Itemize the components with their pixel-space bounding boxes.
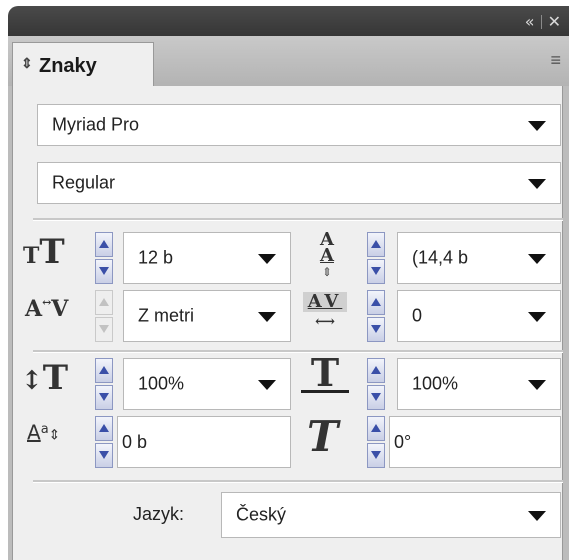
font-style-value: Regular: [52, 172, 116, 193]
collapse-icon[interactable]: «: [525, 12, 535, 31]
tab-arrows-icon: ⇕: [21, 55, 33, 71]
stepper-down[interactable]: [367, 259, 385, 284]
leading-dropdown[interactable]: (14,4 b: [397, 232, 561, 284]
font-size-icon: TT: [23, 232, 65, 272]
horizontal-scale-dropdown[interactable]: 100%: [397, 358, 561, 410]
font-style-dropdown[interactable]: Regular: [37, 162, 561, 204]
stepper-up[interactable]: [95, 358, 113, 383]
stepper-down[interactable]: [95, 385, 113, 410]
character-panel: « ✕ ⇕ Znaky ≡ Myriad Pro Regular TT 12 b…: [0, 0, 569, 560]
stepper-down[interactable]: [367, 385, 385, 410]
skew-icon: T: [307, 412, 339, 461]
horizontal-scale-value: 100%: [412, 373, 459, 394]
tracking-value: 0: [412, 305, 423, 326]
panel-frame: ⇕ Znaky ≡ Myriad Pro Regular TT 12 b A A…: [8, 36, 569, 560]
panel-menu-icon[interactable]: ≡: [550, 50, 561, 71]
chevron-down-icon: [528, 511, 546, 521]
tracking-icon: AV ⟷: [303, 292, 347, 332]
tab-strip: ⇕ Znaky ≡: [8, 36, 569, 89]
leading-stepper[interactable]: [367, 232, 385, 284]
divider: [33, 480, 563, 483]
chevron-down-icon: [528, 380, 546, 390]
stepper-down: [95, 317, 113, 342]
stepper-down[interactable]: [95, 259, 113, 284]
font-family-value: Myriad Pro: [52, 114, 140, 135]
tab-znaky[interactable]: ⇕ Znaky: [12, 42, 154, 89]
font-size-value: 12 b: [138, 247, 174, 268]
horizontal-scale-stepper[interactable]: [367, 358, 385, 410]
baseline-shift-input[interactable]: [117, 416, 291, 468]
stepper-up[interactable]: [367, 358, 385, 383]
panel-titlebar: « ✕: [8, 6, 569, 36]
baseline-shift-icon: Aa⇕: [27, 420, 61, 445]
leading-value: (14,4 b: [412, 247, 469, 268]
tracking-dropdown[interactable]: 0: [397, 290, 561, 342]
stepper-up[interactable]: [95, 232, 113, 257]
close-icon[interactable]: ✕: [548, 12, 561, 31]
kerning-value: Z metri: [138, 305, 194, 326]
chevron-down-icon: [258, 380, 276, 390]
language-label: Jazyk:: [133, 504, 185, 524]
stepper-up[interactable]: [367, 416, 385, 441]
skew-input[interactable]: [389, 416, 561, 468]
font-family-dropdown[interactable]: Myriad Pro: [37, 104, 561, 146]
chevron-down-icon: [528, 179, 546, 189]
language-dropdown[interactable]: Český: [221, 492, 561, 538]
tracking-stepper[interactable]: [367, 290, 385, 342]
vertical-scale-icon: ↕T: [21, 358, 69, 398]
font-size-stepper[interactable]: [95, 232, 113, 284]
horizontal-scale-icon: T: [301, 354, 349, 393]
stepper-up[interactable]: [367, 232, 385, 257]
chevron-down-icon: [528, 312, 546, 322]
divider: [33, 350, 563, 353]
stepper-up[interactable]: [95, 416, 113, 441]
skew-stepper[interactable]: [367, 416, 385, 468]
stepper-up[interactable]: [367, 290, 385, 315]
titlebar-separator: [540, 14, 542, 29]
font-size-dropdown[interactable]: 12 b: [123, 232, 291, 284]
stepper-down[interactable]: [367, 443, 385, 468]
vertical-scale-dropdown[interactable]: 100%: [123, 358, 291, 410]
divider: [33, 218, 563, 221]
chevron-down-icon: [258, 312, 276, 322]
kerning-stepper: [95, 290, 113, 342]
vertical-scale-stepper[interactable]: [95, 358, 113, 410]
tab-label: Znaky: [39, 55, 97, 77]
baseline-shift-stepper[interactable]: [95, 416, 113, 468]
kerning-icon: A↔V: [25, 296, 69, 322]
chevron-down-icon: [528, 121, 546, 131]
kerning-dropdown[interactable]: Z metri: [123, 290, 291, 342]
vertical-scale-value: 100%: [138, 373, 185, 394]
stepper-up: [95, 290, 113, 315]
stepper-down[interactable]: [367, 317, 385, 342]
chevron-down-icon: [258, 254, 276, 264]
leading-icon: A A ⇕: [320, 229, 334, 280]
chevron-down-icon: [528, 254, 546, 264]
baseline-shift-text[interactable]: [118, 417, 290, 467]
language-value: Český: [236, 504, 287, 525]
panel-content: Myriad Pro Regular TT 12 b A A ⇕ (14,4 b…: [12, 86, 563, 560]
stepper-down[interactable]: [95, 443, 113, 468]
skew-text[interactable]: [390, 417, 560, 467]
